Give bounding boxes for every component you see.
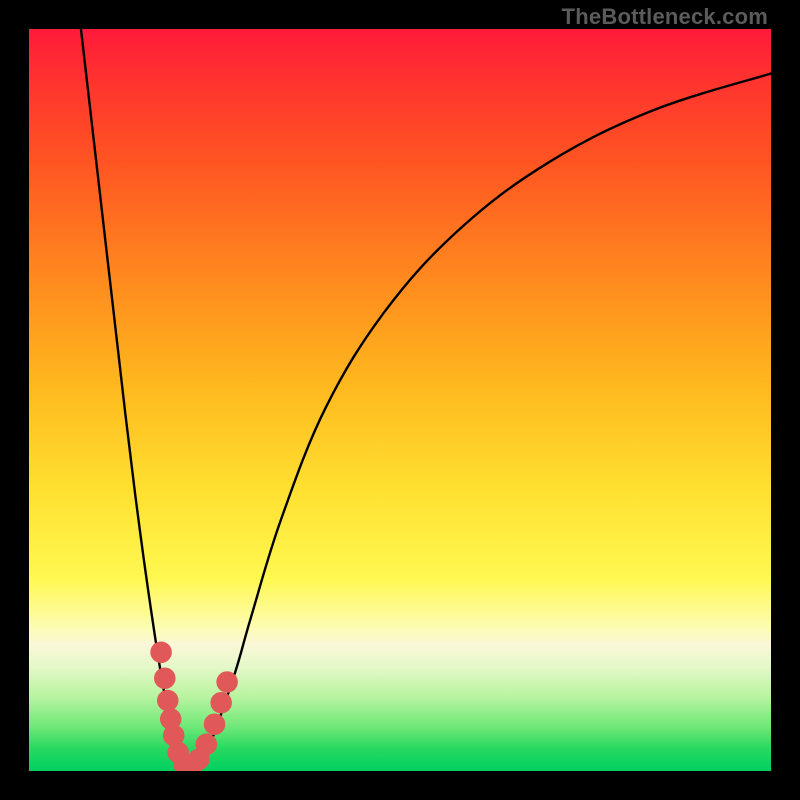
data-marker — [216, 671, 238, 693]
watermark-text: TheBottleneck.com — [562, 4, 768, 30]
chart-svg — [29, 29, 771, 771]
data-marker — [157, 690, 179, 712]
data-marker — [204, 713, 226, 735]
data-marker — [150, 642, 172, 664]
data-marker — [210, 692, 232, 714]
data-markers — [150, 642, 238, 771]
data-marker — [196, 734, 218, 756]
chart-frame: TheBottleneck.com — [0, 0, 800, 800]
data-marker — [154, 667, 176, 689]
curve-line — [81, 29, 771, 769]
chart-plot-area — [29, 29, 771, 771]
